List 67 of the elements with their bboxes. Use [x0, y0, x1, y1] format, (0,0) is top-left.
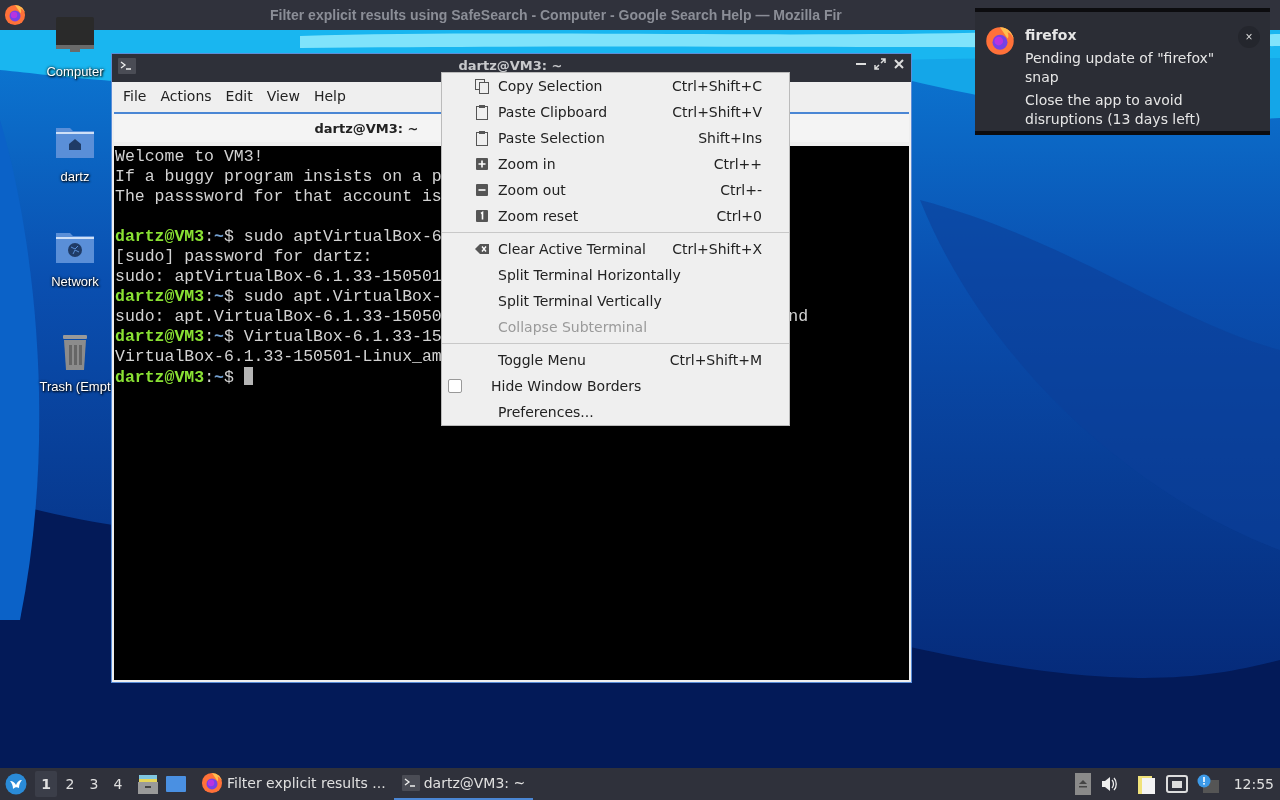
terminal-icon [118, 58, 136, 74]
notification-text: Pending update of "firefox" snap [1025, 49, 1216, 87]
menu-item[interactable]: Actions [153, 88, 219, 104]
zoom-out-icon [474, 182, 490, 198]
workspace-button[interactable]: 1 [35, 771, 57, 797]
file-cabinet-icon[interactable] [137, 773, 159, 795]
desktop-icon-label[interactable]: Trash (Empt [39, 378, 111, 396]
terminal-output: VirtualBox-6.1.33-150501-Linux_am [115, 347, 442, 366]
copy-icon [474, 78, 490, 94]
terminal-prompt: dartz@VM3:~$ sudo apt.VirtualBox- [115, 287, 442, 306]
clipboard-icon [474, 104, 490, 120]
zoom-in-icon [474, 156, 490, 172]
menu-item[interactable]: Paste Selection Shift+Ins [442, 125, 789, 151]
menu-item[interactable]: Toggle Menu Ctrl+Shift+M [442, 347, 789, 373]
firefox-icon [985, 26, 1015, 56]
terminal-output: sudo: apt.VirtualBox-6.1.33-15050 [115, 307, 442, 326]
notification-app: firefox [1025, 26, 1078, 45]
menu-item[interactable]: Split Terminal Vertically [442, 288, 789, 314]
terminal-output: sudo: aptVirtualBox-6.1.33-150501 [115, 267, 442, 286]
clipboard-icon[interactable] [1136, 773, 1157, 795]
network-icon[interactable] [1165, 775, 1188, 793]
terminal-output: nd [788, 307, 809, 327]
menu-item[interactable]: Preferences... [442, 399, 789, 425]
close-icon[interactable] [893, 58, 905, 70]
zoom-reset-icon [474, 208, 490, 224]
menu-item[interactable]: Zoom in Ctrl++ [442, 151, 789, 177]
menu-item[interactable]: Zoom out Ctrl+- [442, 177, 789, 203]
window-title: dartz@VM3: ~ [457, 58, 564, 73]
alert-icon[interactable] [1196, 774, 1219, 794]
firefox-icon [4, 4, 26, 26]
desktop-icon-label[interactable]: dartz [60, 168, 90, 186]
menu-item[interactable]: Help [306, 88, 353, 104]
terminal-output: If a buggy program insists on a p [115, 167, 442, 186]
backspace-icon [474, 241, 490, 257]
eject-icon[interactable] [1074, 773, 1091, 795]
menu-item[interactable]: Split Terminal Horizontally [442, 262, 789, 288]
taskbar-button[interactable]: Filter explicit results ... [193, 768, 394, 800]
maximize-icon[interactable] [874, 58, 886, 70]
terminal-prompt: dartz@VM3:~$ VirtualBox-6.1.33-15 [115, 327, 442, 346]
menu-item[interactable]: Hide Window Borders [442, 373, 789, 399]
menu-item[interactable]: Clear Active Terminal Ctrl+Shift+X [442, 236, 789, 262]
terminal-output: Welcome to VM3! [115, 147, 264, 166]
clipboard-icon [474, 130, 490, 146]
notification-text: Close the app to avoid disruptions (13 days left) [1025, 91, 1202, 129]
taskbar-button[interactable]: dartz@VM3: ~ [393, 768, 534, 800]
menu-item[interactable]: Paste Clipboard Ctrl+Shift+V [442, 99, 789, 125]
clock[interactable]: 12:55 [1233, 776, 1274, 792]
menu-item[interactable]: Copy Selection Ctrl+Shift+C [442, 73, 789, 99]
terminal-output: The passsword for that account is [115, 187, 442, 206]
menu-item[interactable]: Edit [218, 88, 260, 104]
menu-item[interactable]: File [116, 88, 154, 104]
desktop-icon[interactable] [165, 774, 187, 794]
terminal-output: [sudo] password for dartz: [115, 247, 373, 266]
bird-icon[interactable] [5, 773, 27, 795]
close-button[interactable]: × [1238, 26, 1260, 48]
workspace-button[interactable]: 2 [59, 771, 81, 797]
terminal-icon [401, 775, 420, 791]
terminal-prompt: dartz@VM3:~$ sudo aptVirtualBox-6 [115, 227, 442, 246]
desktop-icon-label[interactable]: Network [51, 273, 99, 291]
menu-item[interactable]: View [259, 88, 307, 104]
volume-icon[interactable] [1099, 775, 1118, 793]
window-title: Filter explicit results using SafeSearch - Computer - Google Search Help — Mozilla Fir [270, 7, 842, 23]
workspace-button[interactable]: 4 [107, 771, 129, 797]
workspace-button[interactable]: 3 [83, 771, 105, 797]
terminal-prompt: dartz@VM3:~$ [115, 368, 234, 387]
menu-item[interactable]: Zoom reset Ctrl+0 [442, 203, 789, 229]
firefox-icon [201, 772, 223, 794]
